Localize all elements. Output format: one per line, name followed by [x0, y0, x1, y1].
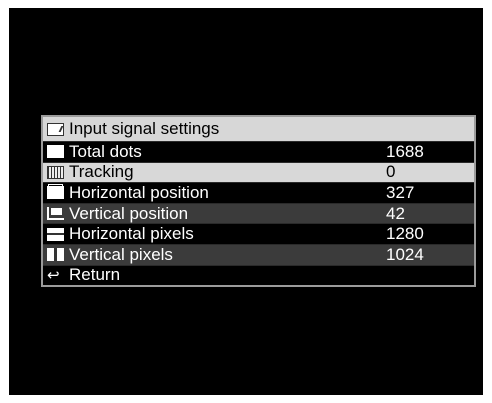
- menu-item-label: Vertical pixels: [69, 244, 173, 264]
- menu-item-label: Tracking: [69, 162, 134, 182]
- menu-item-label: Total dots: [69, 141, 142, 161]
- menu-item-value: 1280: [386, 224, 424, 244]
- menu-item-return[interactable]: ↩ Return: [43, 264, 474, 286]
- menu-item-vertical-pixels[interactable]: Vertical pixels 1024: [43, 243, 474, 265]
- menu-item-value: 1024: [386, 244, 424, 264]
- menu-header: Input signal settings: [43, 117, 474, 141]
- menu-item-vertical-position[interactable]: Vertical position 42: [43, 202, 474, 224]
- menu-item-value: 327: [386, 182, 415, 202]
- menu-item-value: 1688: [386, 141, 424, 161]
- tracking-icon: [47, 165, 64, 179]
- horizontal-pixels-icon: [47, 227, 64, 241]
- menu-item-total-dots[interactable]: Total dots 1688: [43, 141, 474, 162]
- menu-item-label: Vertical position: [69, 203, 189, 223]
- input-signal-settings-menu: Input signal settings Total dots 1688 Tr…: [41, 115, 476, 288]
- menu-item-label: Return: [69, 265, 121, 285]
- total-dots-icon: [47, 145, 64, 159]
- menu-item-value: 42: [386, 203, 405, 223]
- menu-item-value: 0: [386, 162, 396, 182]
- menu-item-label: Horizontal position: [69, 182, 209, 202]
- return-icon: ↩: [47, 266, 60, 284]
- menu-item-horizontal-position[interactable]: Horizontal position 327: [43, 182, 474, 203]
- input-signal-icon: [47, 122, 64, 136]
- vertical-position-icon: [47, 207, 64, 221]
- menu-item-label: Horizontal pixels: [69, 224, 194, 244]
- vertical-pixels-icon: [47, 248, 64, 262]
- menu-item-tracking[interactable]: Tracking 0: [43, 161, 474, 183]
- menu-item-horizontal-pixels[interactable]: Horizontal pixels 1280: [43, 223, 474, 244]
- horizontal-position-icon: [47, 184, 64, 200]
- menu-title: Input signal settings: [69, 119, 220, 138]
- projector-screen: Input signal settings Total dots 1688 Tr…: [9, 8, 483, 395]
